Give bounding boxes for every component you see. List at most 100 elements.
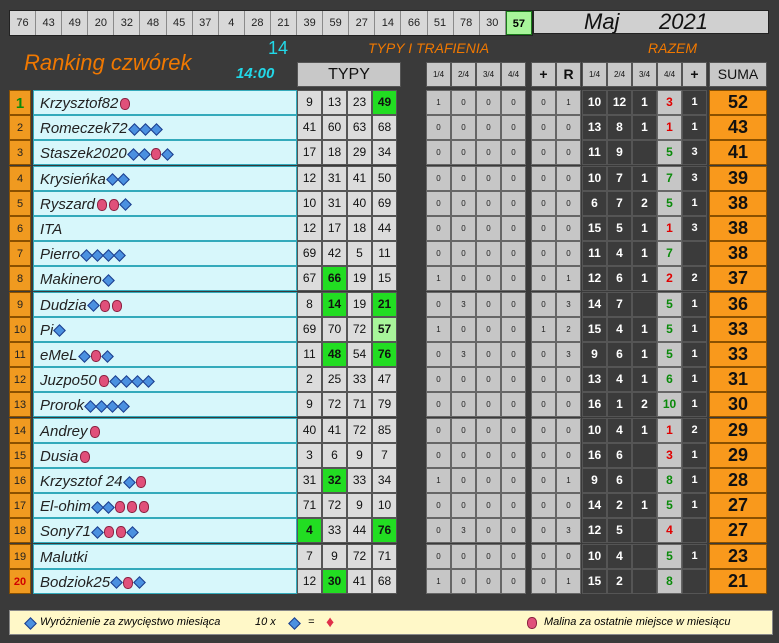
hit-count: 0: [531, 543, 556, 569]
raspberry-icon: [80, 450, 91, 463]
pick-number: 17: [322, 216, 347, 241]
hit-count: 0: [501, 468, 526, 493]
drawn-numbers-strip: 76 43 49 20 32 48 45 37 4 28 21 39 59 27 14 66 51 78 30 57: [9, 10, 533, 36]
hit-count: 0: [531, 342, 556, 367]
hit-count: 0: [501, 165, 526, 191]
pick-number: 76: [372, 518, 397, 544]
pick-number: 31: [297, 468, 322, 493]
pick-number: 50: [372, 165, 397, 191]
hit-count: 0: [476, 493, 501, 519]
pick-number: 2: [297, 367, 322, 393]
hit-count: 0: [426, 216, 451, 241]
drawn-number: 48: [140, 11, 167, 35]
total-hit-count: 14: [582, 291, 607, 317]
hit-count: 0: [476, 392, 501, 418]
pick-number: 31: [322, 165, 347, 191]
hit-count: 1: [556, 90, 581, 115]
pick-number: 6: [322, 442, 347, 468]
hit-count: 0: [556, 216, 581, 241]
total-hit-count: 1: [632, 266, 657, 292]
total-hit-count: 10: [582, 417, 607, 443]
hit-count: 1: [426, 568, 451, 594]
col-header-suma: SUMA: [709, 62, 767, 87]
hit-count: 0: [501, 568, 526, 594]
hit-count: 1: [426, 90, 451, 115]
pick-number: 47: [372, 367, 397, 393]
table-row[interactable]: 12 Juzpo50 2 25 33 47 0 0 0 0 0 0 13 4 1 6 1 31: [9, 367, 773, 393]
table-row[interactable]: 2 Romeczek72 41 60 63 68 0 0 0 0 0 0 13 8 1 1 1 43: [9, 115, 773, 141]
table-row[interactable]: 11 eMeL 11 48 54 76 0 3 0 0 0 3 9 6 1 5 1 33: [9, 342, 773, 367]
drawn-number: 30: [480, 11, 506, 35]
col-header-mid: 3/4: [476, 62, 501, 87]
player-name-cell: Sony71: [33, 518, 297, 544]
total-hit-count: [682, 518, 707, 544]
total-hit-count: 4: [657, 518, 682, 544]
table-row[interactable]: 14 Andrey 40 41 72 85 0 0 0 0 0 0 10 4 1 1 2 29: [9, 417, 773, 443]
table-row[interactable]: 3 Staszek2020 17 18 29 34 0 0 0 0 0 0 11 9 5 3 41: [9, 140, 773, 166]
hit-count: 0: [556, 417, 581, 443]
table-row[interactable]: 20 Bodziok25 12 30 41 68 1 0 0 0 0 1 15 2 8 21: [9, 568, 773, 594]
pick-number: 40: [297, 417, 322, 443]
total-hit-count: 13: [582, 115, 607, 141]
hit-count: 0: [476, 140, 501, 166]
table-row[interactable]: 7 Pierro 69 42 5 11 0 0 0 0 0 0 11 4 1 7 38: [9, 241, 773, 267]
hit-count: 0: [531, 367, 556, 393]
drawn-number: 43: [36, 11, 63, 35]
pick-number: 42: [322, 241, 347, 267]
diamond-icon: [141, 374, 155, 388]
table-row[interactable]: 9 Dudzia 8 14 19 21 0 3 0 0 0 3 14 7 5 1 36: [9, 291, 773, 317]
table-row[interactable]: 17 El-ohim 71 72 9 10 0 0 0 0 0 0 14 2 1 5 1 27: [9, 493, 773, 519]
diamond-icon: [91, 526, 104, 539]
pick-number: 21: [372, 291, 397, 317]
hit-count: 0: [531, 90, 556, 115]
legend-raspberry-text: Malina za ostatnie miejsce w miesiącu: [544, 616, 731, 628]
table-row[interactable]: 16 Krzysztof 24 31 32 33 34 1 0 0 0 0 1 9 6 8 1 28: [9, 468, 773, 493]
table-row[interactable]: 5 Ryszard 10 31 40 69 0 0 0 0 0 0 6 7 2 5 1 38: [9, 190, 773, 216]
table-row[interactable]: 19 Malutki 7 9 72 71 0 0 0 0 0 0 10 4 5 1 23: [9, 543, 773, 569]
total-hit-count: 9: [582, 468, 607, 493]
diamond-icon: [110, 576, 123, 590]
raspberry-icon: [109, 198, 120, 211]
hit-count: 0: [501, 442, 526, 468]
player-name: Ryszard: [40, 195, 96, 213]
total-hit-count: 2: [657, 266, 682, 292]
drawn-number: 20: [88, 11, 115, 35]
table-row[interactable]: 8 Makinero 67 66 19 15 1 0 0 0 0 1 12 6 1 2 2 37: [9, 266, 773, 292]
pick-number: 71: [347, 392, 372, 418]
total-hit-count: 1: [682, 392, 707, 418]
total-hit-count: 5: [657, 190, 682, 216]
diamond-icon: [86, 299, 100, 312]
total-hit-count: 1: [682, 291, 707, 317]
table-row[interactable]: 18 Sony71 4 33 44 76 0 3 0 0 0 3 12 5 4 27: [9, 518, 773, 544]
pick-number: 69: [297, 316, 322, 342]
player-name-cell: Dusia: [33, 442, 297, 468]
pick-number: 63: [347, 115, 372, 141]
table-row[interactable]: 4 Krysieńka 12 31 41 50 0 0 0 0 0 0 10 7 1 7 3 39: [9, 165, 773, 191]
table-row[interactable]: 1 Krzysztof82 9 13 23 49 1 0 0 0 0 1 10 12 1 3 1 52: [9, 90, 773, 115]
raspberry-icon: [90, 350, 101, 363]
table-row[interactable]: 13 Prorok 9 72 71 79 0 0 0 0 0 0 16 1 2 10 1 30: [9, 392, 773, 418]
rank-number: 5: [9, 190, 31, 216]
diamond-icon: [77, 349, 91, 363]
pick-number: 33: [347, 367, 372, 393]
total-hit-count: 2: [607, 493, 632, 519]
hit-count: 0: [451, 216, 476, 241]
hit-count: 0: [556, 241, 581, 267]
total-score: 28: [709, 468, 767, 493]
pick-number: 48: [322, 342, 347, 367]
hit-count: 0: [476, 190, 501, 216]
total-hit-count: 7: [657, 241, 682, 267]
rank-number: 20: [9, 568, 31, 594]
hit-count: 0: [501, 316, 526, 342]
pick-number: 69: [372, 190, 397, 216]
pick-number: 17: [297, 140, 322, 166]
total-hit-count: 1: [682, 342, 707, 367]
hit-count: 0: [451, 90, 476, 115]
hit-count: 1: [426, 316, 451, 342]
hit-count: 0: [451, 115, 476, 141]
hit-count: 0: [531, 140, 556, 166]
table-row[interactable]: 6 ITA 12 17 18 44 0 0 0 0 0 0 15 5 1 1 3 38: [9, 216, 773, 241]
table-row[interactable]: 15 Dusia 3 6 9 7 0 0 0 0 0 0 16 6 3 1 29: [9, 442, 773, 468]
table-row[interactable]: 10 Pi 69 70 72 57 1 0 0 0 1 2 15 4 1 5 1 33: [9, 316, 773, 342]
hit-count: 0: [476, 90, 501, 115]
